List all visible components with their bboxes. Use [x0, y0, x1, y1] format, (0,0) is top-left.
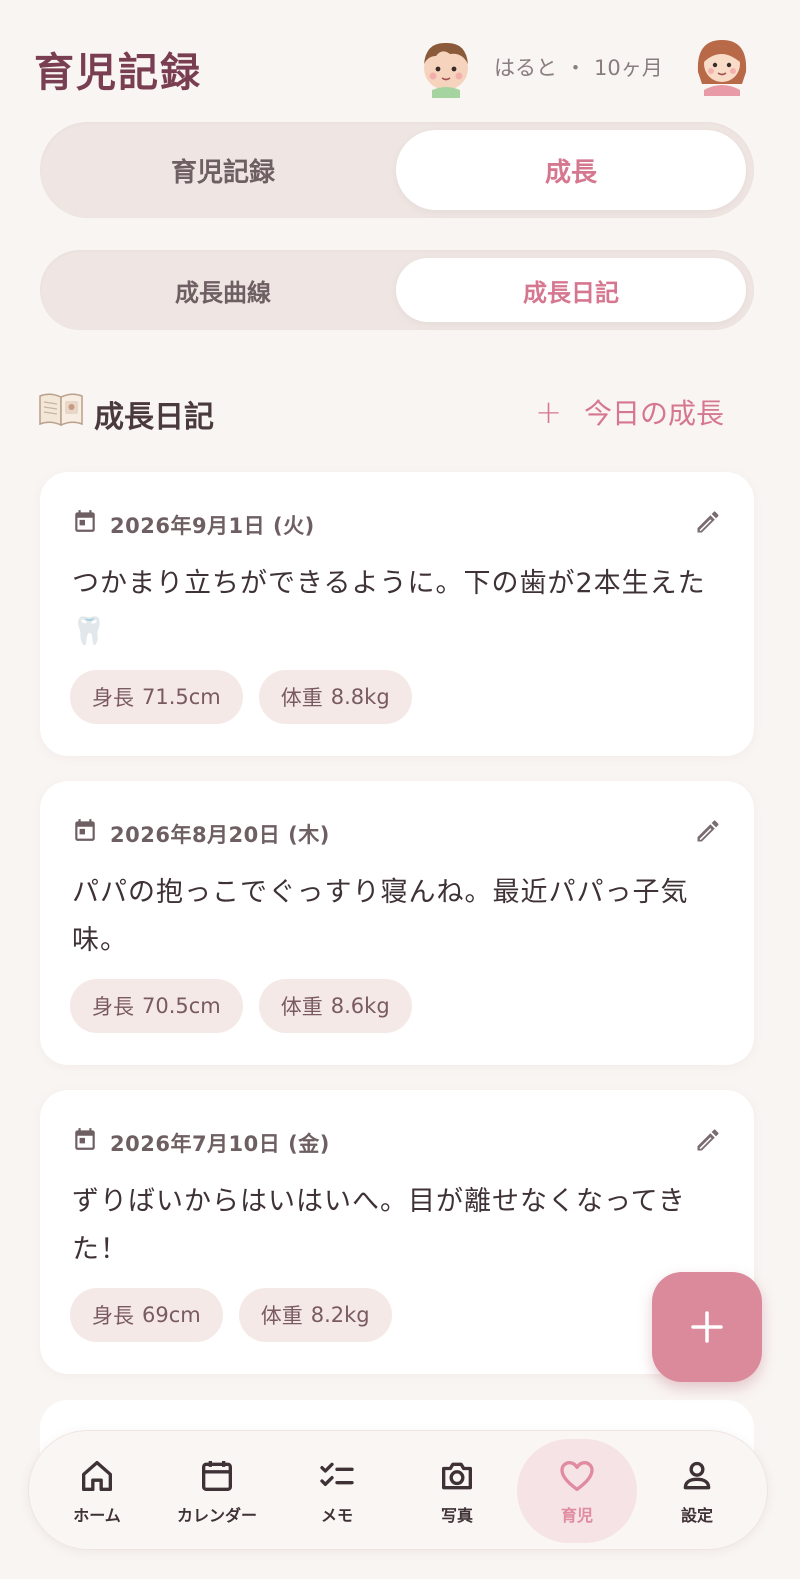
nav-home[interactable]: ホーム — [37, 1439, 157, 1543]
height-chip: 身長 70.5cm — [70, 979, 243, 1033]
diary-entry-card[interactable]: 2026年7月10日 (金) ずりばいからはいはいへ。目が離せなくなってきた！ … — [40, 1090, 754, 1374]
edit-icon[interactable] — [694, 817, 722, 845]
height-value: 69cm — [142, 1303, 201, 1327]
plus-icon: + — [535, 393, 562, 431]
tab-growth-curve[interactable]: 成長曲線 — [48, 258, 398, 322]
entry-date: 2026年8月20日 (木) — [110, 823, 330, 847]
bottom-navigation: ホーム カレンダー メモ 写真 育児 設定 — [28, 1430, 768, 1550]
weight-label: 体重 — [260, 1304, 303, 1328]
height-value: 71.5cm — [142, 685, 221, 709]
nav-label: ホーム — [73, 1506, 121, 1525]
main-tab-switcher: 育児記録 成長 — [40, 122, 754, 218]
child-name: はると — [494, 56, 557, 80]
height-label: 身長 — [92, 1304, 134, 1328]
app-header: 育児記録 はると・ 10ヶ月 — [0, 0, 800, 130]
nav-childcare[interactable]: 育児 — [517, 1439, 637, 1543]
edit-icon[interactable] — [694, 1126, 722, 1154]
parent-avatar[interactable] — [690, 32, 754, 96]
heart-icon — [560, 1461, 594, 1491]
calendar-icon — [202, 1461, 232, 1491]
entry-text: つかまり立ちができるように。下の歯が2本生えた🦷 — [72, 568, 706, 647]
nav-settings[interactable]: 設定 — [637, 1439, 757, 1543]
child-info: はると・ 10ヶ月 — [494, 52, 663, 82]
entry-measurements: 身長 71.5cm 体重 8.8kg — [70, 670, 412, 724]
section-header: 成長日記 + 今日の成長 — [38, 386, 758, 436]
edit-icon[interactable] — [694, 508, 722, 536]
separator: ・ — [565, 56, 586, 80]
diary-entry-card[interactable]: 2026年8月20日 (木) パパの抱っこでぐっすり寝んね。最近パパっ子気味。 … — [40, 781, 754, 1065]
entry-text: パパの抱っこでぐっすり寝んね。最近パパっ子気味。 — [72, 877, 689, 956]
diary-entry-card[interactable]: 2026年9月1日 (火) つかまり立ちができるように。下の歯が2本生えた🦷 身… — [40, 472, 754, 756]
weight-label: 体重 — [280, 686, 323, 710]
height-value: 70.5cm — [142, 994, 221, 1018]
entry-measurements: 身長 70.5cm 体重 8.6kg — [70, 979, 412, 1033]
nav-label: メモ — [320, 1506, 353, 1525]
add-today-growth-button[interactable]: + 今日の成長 — [535, 392, 724, 432]
entry-text: ずりばいからはいはいへ。目が離せなくなってきた！ — [72, 1186, 686, 1265]
add-entry-fab[interactable] — [652, 1272, 762, 1382]
height-label: 身長 — [92, 995, 134, 1019]
entry-date: 2026年9月1日 (火) — [110, 514, 315, 538]
person-icon — [683, 1461, 711, 1490]
weight-value: 8.2kg — [310, 1303, 370, 1327]
weight-value: 8.6kg — [330, 994, 390, 1018]
app-title: 育児記録 — [34, 50, 202, 96]
tab-childcare-record[interactable]: 育児記録 — [48, 130, 398, 210]
book-icon — [39, 393, 83, 427]
height-label: 身長 — [92, 686, 134, 710]
nav-photos[interactable]: 写真 — [397, 1439, 517, 1543]
nav-label: 育児 — [560, 1506, 593, 1525]
calendar-icon — [75, 1128, 95, 1150]
baby-avatar[interactable] — [414, 34, 478, 98]
camera-icon — [442, 1462, 472, 1490]
weight-value: 8.8kg — [330, 685, 390, 709]
add-today-label: 今日の成長 — [583, 397, 724, 430]
sub-tab-switcher: 成長曲線 成長日記 — [40, 250, 754, 330]
height-chip: 身長 69cm — [70, 1288, 223, 1342]
nav-memo[interactable]: メモ — [277, 1439, 397, 1543]
tab-growth-diary[interactable]: 成長日記 — [396, 258, 746, 322]
tab-growth[interactable]: 成長 — [396, 130, 746, 210]
entry-measurements: 身長 69cm 体重 8.2kg — [70, 1288, 392, 1342]
home-icon — [82, 1461, 113, 1491]
height-chip: 身長 71.5cm — [70, 670, 243, 724]
checklist-icon — [320, 1462, 354, 1486]
child-age: 10ヶ月 — [594, 56, 663, 80]
nav-calendar[interactable]: カレンダー — [157, 1439, 277, 1543]
weight-label: 体重 — [280, 995, 323, 1019]
nav-label: 設定 — [680, 1506, 713, 1525]
weight-chip: 体重 8.2kg — [238, 1288, 392, 1342]
entry-date: 2026年7月10日 (金) — [110, 1132, 330, 1156]
calendar-icon — [75, 510, 95, 532]
section-title: 成長日記 — [94, 400, 214, 435]
weight-chip: 体重 8.8kg — [258, 670, 412, 724]
plus-icon — [691, 1311, 723, 1343]
nav-label: カレンダー — [176, 1506, 257, 1525]
weight-chip: 体重 8.6kg — [258, 979, 412, 1033]
calendar-icon — [75, 819, 95, 841]
nav-label: 写真 — [440, 1506, 473, 1525]
